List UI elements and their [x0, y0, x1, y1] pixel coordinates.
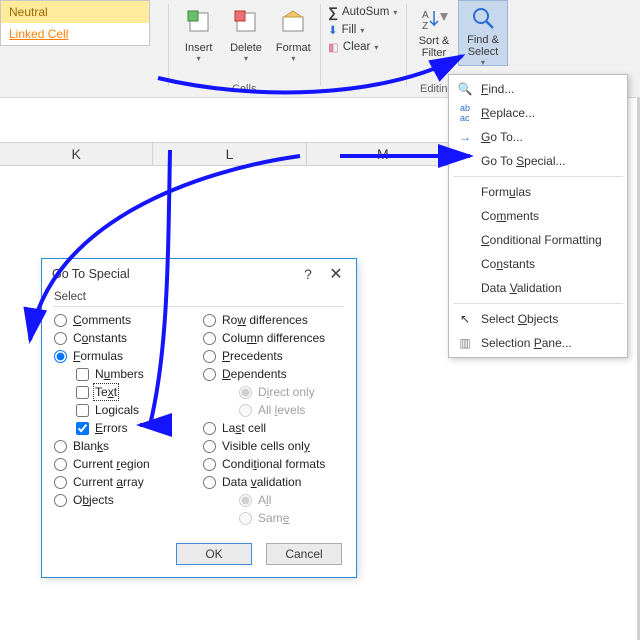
menu-selection-pane[interactable]: ▥Selection Pane...Selection Pane... [449, 331, 627, 355]
opt-formulas[interactable]: FormulasFormulas [54, 349, 195, 363]
menu-replace[interactable]: abacReplace...Replace... [449, 101, 627, 125]
sigma-icon: ∑ [328, 4, 338, 20]
menu-data-validation[interactable]: Data ValidationData Validation [449, 276, 627, 300]
svg-text:Z: Z [422, 21, 428, 31]
replace-icon: abac [457, 105, 473, 121]
col-header-k[interactable]: K [0, 143, 153, 165]
select-section-label: Select [54, 291, 344, 307]
goto-special-dialog: Go To Special ? ✕ Select CommentsComment… [41, 258, 357, 578]
opt-col-diff[interactable]: Column differencesColumn differences [203, 331, 344, 345]
pane-icon: ▥ [457, 335, 473, 351]
delete-cells-icon [228, 4, 264, 40]
cells-group: Insert▾ Delete▾ Format▾ [178, 4, 314, 84]
opt-constants[interactable]: ConstantsConstants [54, 331, 195, 345]
delete-button[interactable]: Delete▾ [225, 4, 266, 63]
magnifier-icon: 🔍 [457, 81, 473, 97]
opt-comments[interactable]: CommentsComments [54, 313, 195, 327]
opt-dependents[interactable]: DependentsDependents [203, 367, 344, 381]
fill-button[interactable]: ⬇Fill ▾ [328, 23, 404, 37]
menu-select-objects[interactable]: ↖Select ObjectsSelect Objects [449, 307, 627, 331]
insert-button[interactable]: Insert▾ [178, 4, 219, 63]
menu-constants[interactable]: ConstantsConstants [449, 252, 627, 276]
sort-filter-button[interactable]: AZ Sort & Filter▾ [412, 4, 456, 68]
opt-same: SameSame [203, 511, 344, 525]
cursor-icon: ↖ [457, 311, 473, 327]
opt-all-levels: All levelsAll levels [203, 403, 344, 417]
menu-find[interactable]: 🔍FFind...ind... [449, 77, 627, 101]
opt-all: AllAll [203, 493, 344, 507]
style-linked-cell[interactable]: Linked Cell [1, 23, 149, 45]
left-column: CommentsComments ConstantsConstants Form… [54, 313, 195, 525]
opt-current-array[interactable]: Current arrayCurrent array [54, 475, 195, 489]
help-button[interactable]: ? [294, 266, 322, 282]
opt-logicals[interactable]: LogicalsLogicals [54, 403, 195, 417]
opt-text[interactable]: TextText [54, 385, 195, 399]
sort-filter-icon: AZ [416, 4, 452, 34]
svg-text:A: A [422, 10, 429, 21]
ok-button[interactable]: OK [176, 543, 252, 565]
eraser-icon: ◧ [328, 40, 339, 54]
insert-cells-icon [181, 4, 217, 40]
opt-data-validation[interactable]: Data validationData validation [203, 475, 344, 489]
col-header-m[interactable]: M [307, 143, 460, 165]
cells-group-label: Cells [232, 83, 256, 95]
opt-numbers[interactable]: NumbersNumbers [54, 367, 195, 381]
menu-comments[interactable]: CommentsComments [449, 204, 627, 228]
col-header-l[interactable]: L [153, 143, 306, 165]
opt-objects[interactable]: ObjectsObjects [54, 493, 195, 507]
opt-last-cell[interactable]: Last cellLast cell [203, 421, 344, 435]
editing-small-buttons: ∑AutoSum ▾ ⬇Fill ▾ ◧Clear ▾ [328, 4, 404, 54]
menu-conditional-formatting[interactable]: Conditional FormattingConditional Format… [449, 228, 627, 252]
opt-row-diff[interactable]: Row differencesRow differences [203, 313, 344, 327]
cancel-button[interactable]: Cancel [266, 543, 342, 565]
format-button[interactable]: Format▾ [273, 4, 314, 63]
column-headers[interactable]: K L M [0, 142, 460, 166]
format-cells-icon [275, 4, 311, 40]
clear-button[interactable]: ◧Clear ▾ [328, 40, 404, 54]
right-column: Row differencesRow differences Column di… [203, 313, 344, 525]
opt-errors[interactable]: ErrorsErrors [54, 421, 195, 435]
opt-current-region[interactable]: Current regionCurrent region [54, 457, 195, 471]
opt-direct-only: Direct onlyDirect only [203, 385, 344, 399]
close-button[interactable]: ✕ [322, 264, 350, 284]
opt-precedents[interactable]: PrecedentsPrecedents [203, 349, 344, 363]
find-select-button[interactable]: Find & Select▾ [458, 0, 508, 66]
opt-visible-cells[interactable]: Visible cells onlyVisible cells only [203, 439, 344, 453]
menu-goto[interactable]: →Go To...Go To... [449, 125, 627, 149]
autosum-button[interactable]: ∑AutoSum ▾ [328, 4, 404, 20]
cell-styles-gallery[interactable]: Neutral Linked Cell [0, 0, 150, 46]
fill-down-icon: ⬇ [328, 23, 338, 37]
menu-goto-special[interactable]: Go To Special...Go To Special... [449, 149, 627, 173]
opt-blanks[interactable]: BlanksBlanks [54, 439, 195, 453]
style-neutral[interactable]: Neutral [1, 1, 149, 23]
dialog-title: Go To Special [52, 267, 130, 281]
magnifier-icon [465, 3, 501, 33]
arrow-right-icon: → [457, 129, 473, 145]
dialog-titlebar[interactable]: Go To Special ? ✕ [42, 259, 356, 289]
find-select-menu: 🔍FFind...ind... abacReplace...Replace...… [448, 74, 628, 358]
menu-formulas[interactable]: FormulasFormulas [449, 180, 627, 204]
opt-cond-formats[interactable]: Conditional formatsConditional formats [203, 457, 344, 471]
